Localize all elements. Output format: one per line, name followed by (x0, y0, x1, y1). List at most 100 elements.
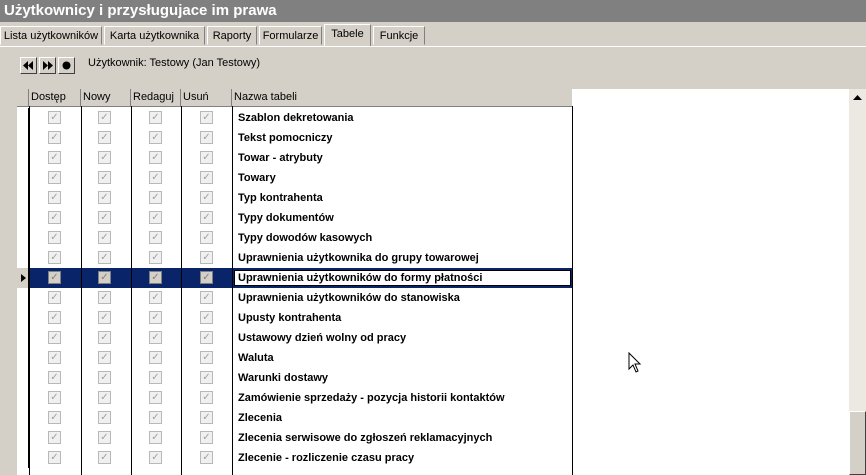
tab-functions[interactable]: Funkcje (373, 26, 425, 45)
table-row[interactable]: ✓ ✓ ✓ ✓ Typ kontrahenta (17, 188, 572, 208)
edit-checkbox[interactable]: ✓ (149, 451, 162, 464)
delete-checkbox[interactable]: ✓ (200, 171, 213, 184)
access-checkbox[interactable]: ✓ (48, 351, 61, 364)
table-row[interactable]: ✓ ✓ ✓ ✓ Uprawnienia użytkowników do stanowis… (17, 288, 572, 308)
new-checkbox[interactable]: ✓ (98, 331, 111, 344)
delete-checkbox[interactable]: ✓ (200, 311, 213, 324)
new-checkbox[interactable]: ✓ (98, 351, 111, 364)
table-row[interactable]: ✓ ✓ ✓ ✓ Zlecenia serwisowe do zgłoszeń rekla… (17, 428, 572, 448)
new-checkbox[interactable]: ✓ (98, 211, 111, 224)
new-checkbox[interactable]: ✓ (98, 171, 111, 184)
edit-checkbox[interactable]: ✓ (149, 311, 162, 324)
delete-checkbox[interactable]: ✓ (200, 271, 213, 284)
row-indicator[interactable] (17, 388, 29, 408)
edit-checkbox[interactable]: ✓ (149, 291, 162, 304)
table-row[interactable]: ✓ ✓ ✓ ✓ Zlecenia (17, 408, 572, 428)
new-checkbox[interactable]: ✓ (98, 291, 111, 304)
delete-checkbox[interactable]: ✓ (200, 211, 213, 224)
edit-checkbox[interactable]: ✓ (149, 251, 162, 264)
table-row[interactable]: ✓ ✓ ✓ ✓ Ustawowy dzień wolny od pracy (17, 328, 572, 348)
table-row[interactable]: ✓ ✓ ✓ ✓ Waluta (17, 348, 572, 368)
delete-checkbox[interactable]: ✓ (200, 371, 213, 384)
table-row[interactable]: ✓ ✓ ✓ ✓ Szablon dekretowania (17, 108, 572, 128)
edit-checkbox[interactable]: ✓ (149, 331, 162, 344)
edit-checkbox[interactable]: ✓ (149, 391, 162, 404)
table-row[interactable]: ✓ ✓ ✓ ✓ Upusty kontrahenta (17, 308, 572, 328)
access-checkbox[interactable]: ✓ (48, 331, 61, 344)
table-row[interactable]: ✓ ✓ ✓ ✓ Tekst pomocniczy (17, 128, 572, 148)
access-checkbox[interactable]: ✓ (48, 251, 61, 264)
delete-checkbox[interactable]: ✓ (200, 411, 213, 424)
delete-checkbox[interactable]: ✓ (200, 131, 213, 144)
row-indicator[interactable] (17, 328, 29, 348)
access-checkbox[interactable]: ✓ (48, 171, 61, 184)
table-row[interactable]: ✓ ✓ ✓ ✓ Typy dowodów kasowych (17, 228, 572, 248)
row-indicator[interactable] (17, 168, 29, 188)
table-row[interactable]: ✓ ✓ ✓ ✓ Towar - atrybuty (17, 148, 572, 168)
access-checkbox[interactable]: ✓ (48, 131, 61, 144)
access-checkbox[interactable]: ✓ (48, 311, 61, 324)
delete-checkbox[interactable]: ✓ (200, 151, 213, 164)
row-indicator[interactable] (17, 228, 29, 248)
table-row[interactable]: ✓ ✓ ✓ ✓ Towary (17, 168, 572, 188)
edit-checkbox[interactable]: ✓ (149, 111, 162, 124)
row-indicator[interactable] (17, 308, 29, 328)
vertical-scrollbar[interactable] (849, 89, 866, 475)
row-indicator[interactable] (17, 188, 29, 208)
new-checkbox[interactable]: ✓ (98, 371, 111, 384)
access-checkbox[interactable]: ✓ (48, 451, 61, 464)
row-indicator[interactable] (17, 108, 29, 128)
edit-checkbox[interactable]: ✓ (149, 371, 162, 384)
first-record-button[interactable] (20, 57, 37, 74)
delete-checkbox[interactable]: ✓ (200, 291, 213, 304)
access-checkbox[interactable]: ✓ (48, 271, 61, 284)
table-row[interactable]: ✓ ✓ ✓ ✓ Uprawnienia użytkowników do formy pł… (17, 268, 572, 288)
access-checkbox[interactable]: ✓ (48, 191, 61, 204)
header-edit[interactable]: Redaguj (131, 89, 181, 106)
stop-button[interactable] (58, 57, 75, 74)
next-record-button[interactable] (39, 57, 56, 74)
row-indicator[interactable] (17, 128, 29, 148)
header-access[interactable]: Dostęp (29, 89, 81, 106)
access-checkbox[interactable]: ✓ (48, 291, 61, 304)
header-table-name[interactable]: Nazwa tabeli (232, 89, 572, 106)
edit-checkbox[interactable]: ✓ (149, 211, 162, 224)
table-row[interactable]: ✓ ✓ ✓ ✓ Zlecenie - rozliczenie czasu pracy (17, 448, 572, 468)
table-row[interactable]: ✓ ✓ ✓ ✓ Uprawnienia użytkownika do grupy tow… (17, 248, 572, 268)
new-checkbox[interactable]: ✓ (98, 311, 111, 324)
row-indicator[interactable] (17, 288, 29, 308)
access-checkbox[interactable]: ✓ (48, 411, 61, 424)
row-indicator[interactable] (17, 268, 29, 288)
tab-user-card[interactable]: Karta użytkownika (104, 26, 205, 45)
new-checkbox[interactable]: ✓ (98, 151, 111, 164)
new-checkbox[interactable]: ✓ (98, 431, 111, 444)
access-checkbox[interactable]: ✓ (48, 431, 61, 444)
table-row[interactable]: ✓ ✓ ✓ ✓ Typy dokumentów (17, 208, 572, 228)
new-checkbox[interactable]: ✓ (98, 131, 111, 144)
header-new[interactable]: Nowy (81, 89, 131, 106)
access-checkbox[interactable]: ✓ (48, 111, 61, 124)
access-checkbox[interactable]: ✓ (48, 371, 61, 384)
delete-checkbox[interactable]: ✓ (200, 231, 213, 244)
delete-checkbox[interactable]: ✓ (200, 251, 213, 264)
delete-checkbox[interactable]: ✓ (200, 391, 213, 404)
row-indicator[interactable] (17, 208, 29, 228)
access-checkbox[interactable]: ✓ (48, 391, 61, 404)
tab-user-list[interactable]: Lista użytkowników (0, 26, 102, 45)
row-indicator[interactable] (17, 248, 29, 268)
row-indicator[interactable] (17, 428, 29, 448)
access-checkbox[interactable]: ✓ (48, 211, 61, 224)
new-checkbox[interactable]: ✓ (98, 411, 111, 424)
new-checkbox[interactable]: ✓ (98, 251, 111, 264)
new-checkbox[interactable]: ✓ (98, 111, 111, 124)
table-row[interactable]: ✓ ✓ ✓ ✓ Warunki dostawy (17, 368, 572, 388)
row-indicator[interactable] (17, 148, 29, 168)
delete-checkbox[interactable]: ✓ (200, 431, 213, 444)
delete-checkbox[interactable]: ✓ (200, 451, 213, 464)
table-row[interactable]: ✓ ✓ ✓ ✓ Zamówienie sprzedaży - pozycja histo… (17, 388, 572, 408)
tab-tables[interactable]: Tabele (324, 24, 371, 46)
row-indicator[interactable] (17, 408, 29, 428)
new-checkbox[interactable]: ✓ (98, 451, 111, 464)
scroll-thumb[interactable] (849, 411, 866, 475)
delete-checkbox[interactable]: ✓ (200, 351, 213, 364)
